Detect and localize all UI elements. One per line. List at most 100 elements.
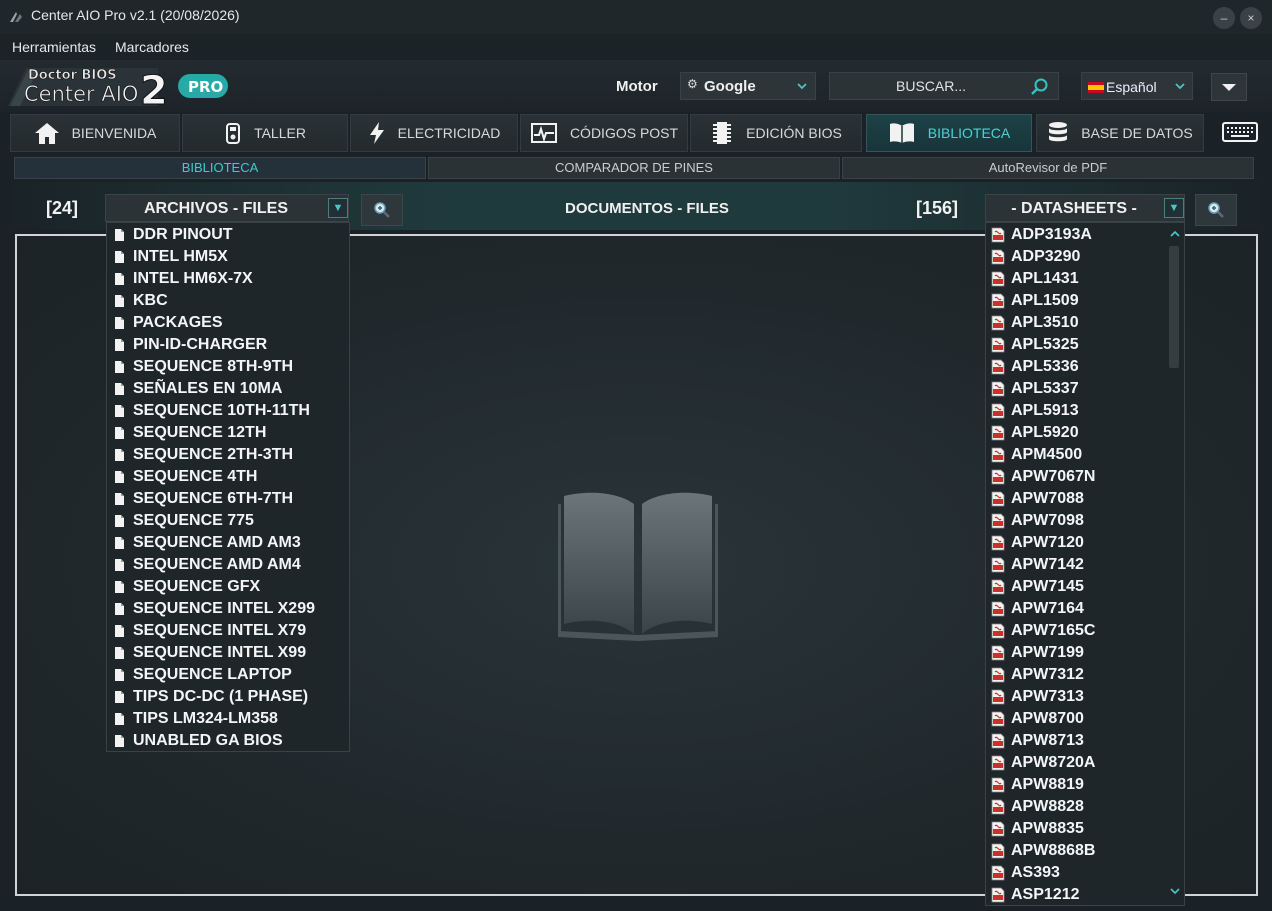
list-item[interactable]: INTEL HM5X [107, 246, 349, 268]
datasheets-dropdown[interactable]: - DATASHEETS - ▼ [985, 194, 1185, 222]
files-search-button[interactable] [361, 194, 403, 226]
list-item[interactable]: INTEL HM6X-7X [107, 268, 349, 290]
list-item-label: APW7313 [1011, 688, 1084, 705]
list-item[interactable]: SEQUENCE INTEL X99 [107, 642, 349, 664]
list-item[interactable]: APW7165C [986, 620, 1184, 642]
list-item[interactable]: APW7199 [986, 642, 1184, 664]
list-item[interactable]: ADP3290 [986, 246, 1184, 268]
files-list[interactable]: DDR PINOUT INTEL HM5X INTEL HM6X-7X KBC PACK… [106, 222, 350, 752]
datasheets-scrollbar[interactable] [1167, 226, 1183, 904]
list-item[interactable]: SEQUENCE AMD AM3 [107, 532, 349, 554]
language-select[interactable]: Español [1081, 72, 1193, 100]
list-item[interactable]: APW7067N [986, 466, 1184, 488]
logo-number: 2 [140, 68, 168, 110]
menu-herramientas[interactable]: Herramientas [12, 39, 96, 55]
motor-select[interactable]: ⚙ Google [680, 72, 816, 100]
list-item[interactable]: APW7312 [986, 664, 1184, 686]
list-item[interactable]: APW7164 [986, 598, 1184, 620]
menu-marcadores[interactable]: Marcadores [115, 39, 189, 55]
list-item[interactable]: SEQUENCE INTEL X79 [107, 620, 349, 642]
title-bar: Center AIO Pro v2.1 (20/08/2026) – × [0, 0, 1272, 34]
list-item[interactable]: APW7088 [986, 488, 1184, 510]
list-item[interactable]: SEQUENCE GFX [107, 576, 349, 598]
tab-taller[interactable]: TALLER [182, 114, 348, 152]
list-item[interactable]: SEQUENCE 4TH [107, 466, 349, 488]
minimize-button[interactable]: – [1213, 7, 1235, 29]
list-item[interactable]: APL5920 [986, 422, 1184, 444]
options-dropdown-button[interactable] [1211, 73, 1247, 101]
document-icon [115, 449, 124, 461]
list-item[interactable]: APW7098 [986, 510, 1184, 532]
list-item[interactable]: AS393 [986, 862, 1184, 884]
list-item[interactable]: SEQUENCE 2TH-3TH [107, 444, 349, 466]
list-item[interactable]: TIPS DC-DC (1 PHASE) [107, 686, 349, 708]
list-item[interactable]: APW7313 [986, 686, 1184, 708]
list-item[interactable]: SEQUENCE 775 [107, 510, 349, 532]
list-item[interactable]: SEQUENCE 6TH-7TH [107, 488, 349, 510]
subtab-autorevisor-pdf[interactable]: AutoRevisor de PDF [842, 157, 1254, 179]
list-item[interactable]: PIN-ID-CHARGER [107, 334, 349, 356]
tab-bienvenida[interactable]: BIENVENIDA [10, 114, 180, 152]
list-item[interactable]: SEQUENCE INTEL X299 [107, 598, 349, 620]
subtab-comparador-de-pines[interactable]: COMPARADOR DE PINES [428, 157, 840, 179]
files-dropdown[interactable]: ARCHIVOS - FILES ▼ [105, 194, 349, 222]
list-item[interactable]: APL1509 [986, 290, 1184, 312]
scroll-down-icon[interactable] [1170, 888, 1180, 895]
tab-edicion-bios[interactable]: EDICIÓN BIOS [690, 114, 862, 152]
document-icon [115, 603, 124, 615]
document-icon [115, 735, 124, 747]
list-item[interactable]: APW8713 [986, 730, 1184, 752]
search-input[interactable]: BUSCAR... [829, 72, 1059, 100]
list-item[interactable]: APL5325 [986, 334, 1184, 356]
datasheets-list[interactable]: ADP3193A ADP3290 APL1431 APL1509 APL3510 APL5… [985, 222, 1185, 906]
list-item[interactable]: SEQUENCE LAPTOP [107, 664, 349, 686]
list-item[interactable]: ADP3193A [986, 224, 1184, 246]
subtab-biblioteca[interactable]: BIBLIOTECA [14, 157, 426, 179]
keyboard-icon[interactable] [1222, 120, 1258, 144]
list-item[interactable]: APW8868B [986, 840, 1184, 862]
tab-biblioteca[interactable]: BIBLIOTECA [866, 114, 1032, 152]
pdf-icon [991, 689, 1005, 705]
list-item-label: AS393 [1011, 864, 1060, 881]
language-value: Español [1106, 79, 1157, 95]
list-item[interactable]: APL1431 [986, 268, 1184, 290]
list-item[interactable]: APL5337 [986, 378, 1184, 400]
multimeter-icon [226, 123, 241, 144]
search-icon[interactable] [1030, 77, 1050, 97]
close-button[interactable]: × [1240, 7, 1262, 29]
list-item[interactable]: SEÑALES EN 10MA [107, 378, 349, 400]
document-icon [115, 251, 124, 263]
list-item[interactable]: APL5913 [986, 400, 1184, 422]
list-item[interactable]: SEQUENCE AMD AM4 [107, 554, 349, 576]
scroll-up-icon[interactable] [1170, 230, 1180, 237]
pdf-icon [991, 733, 1005, 749]
list-item[interactable]: APW7120 [986, 532, 1184, 554]
list-item[interactable]: APM4500 [986, 444, 1184, 466]
list-item[interactable]: PACKAGES [107, 312, 349, 334]
book-icon [889, 123, 914, 143]
tab-base-de-datos[interactable]: BASE DE DATOS [1036, 114, 1204, 152]
list-item[interactable]: APW7142 [986, 554, 1184, 576]
list-item[interactable]: DDR PINOUT [107, 224, 349, 246]
list-item[interactable]: TIPS LM324-LM358 [107, 708, 349, 730]
list-item[interactable]: SEQUENCE 12TH [107, 422, 349, 444]
list-item[interactable]: APW8720A [986, 752, 1184, 774]
tab-codigos-post[interactable]: CÓDIGOS POST [520, 114, 688, 152]
library-book-watermark-icon [558, 492, 718, 642]
list-item[interactable]: UNABLED GA BIOS [107, 730, 349, 751]
list-item[interactable]: APL5336 [986, 356, 1184, 378]
list-item[interactable]: SEQUENCE 8TH-9TH [107, 356, 349, 378]
list-item[interactable]: APW8819 [986, 774, 1184, 796]
list-item[interactable]: KBC [107, 290, 349, 312]
list-item[interactable]: APW8835 [986, 818, 1184, 840]
tab-electricidad[interactable]: ELECTRICIDAD [350, 114, 518, 152]
list-item-label: SEQUENCE 2TH-3TH [133, 446, 294, 463]
list-item[interactable]: APW8700 [986, 708, 1184, 730]
list-item[interactable]: APW8828 [986, 796, 1184, 818]
list-item[interactable]: SEQUENCE 10TH-11TH [107, 400, 349, 422]
list-item[interactable]: APL3510 [986, 312, 1184, 334]
scrollbar-thumb[interactable] [1169, 246, 1179, 368]
list-item[interactable]: ASP1212 [986, 884, 1184, 905]
datasheets-search-button[interactable] [1195, 194, 1237, 226]
list-item[interactable]: APW7145 [986, 576, 1184, 598]
